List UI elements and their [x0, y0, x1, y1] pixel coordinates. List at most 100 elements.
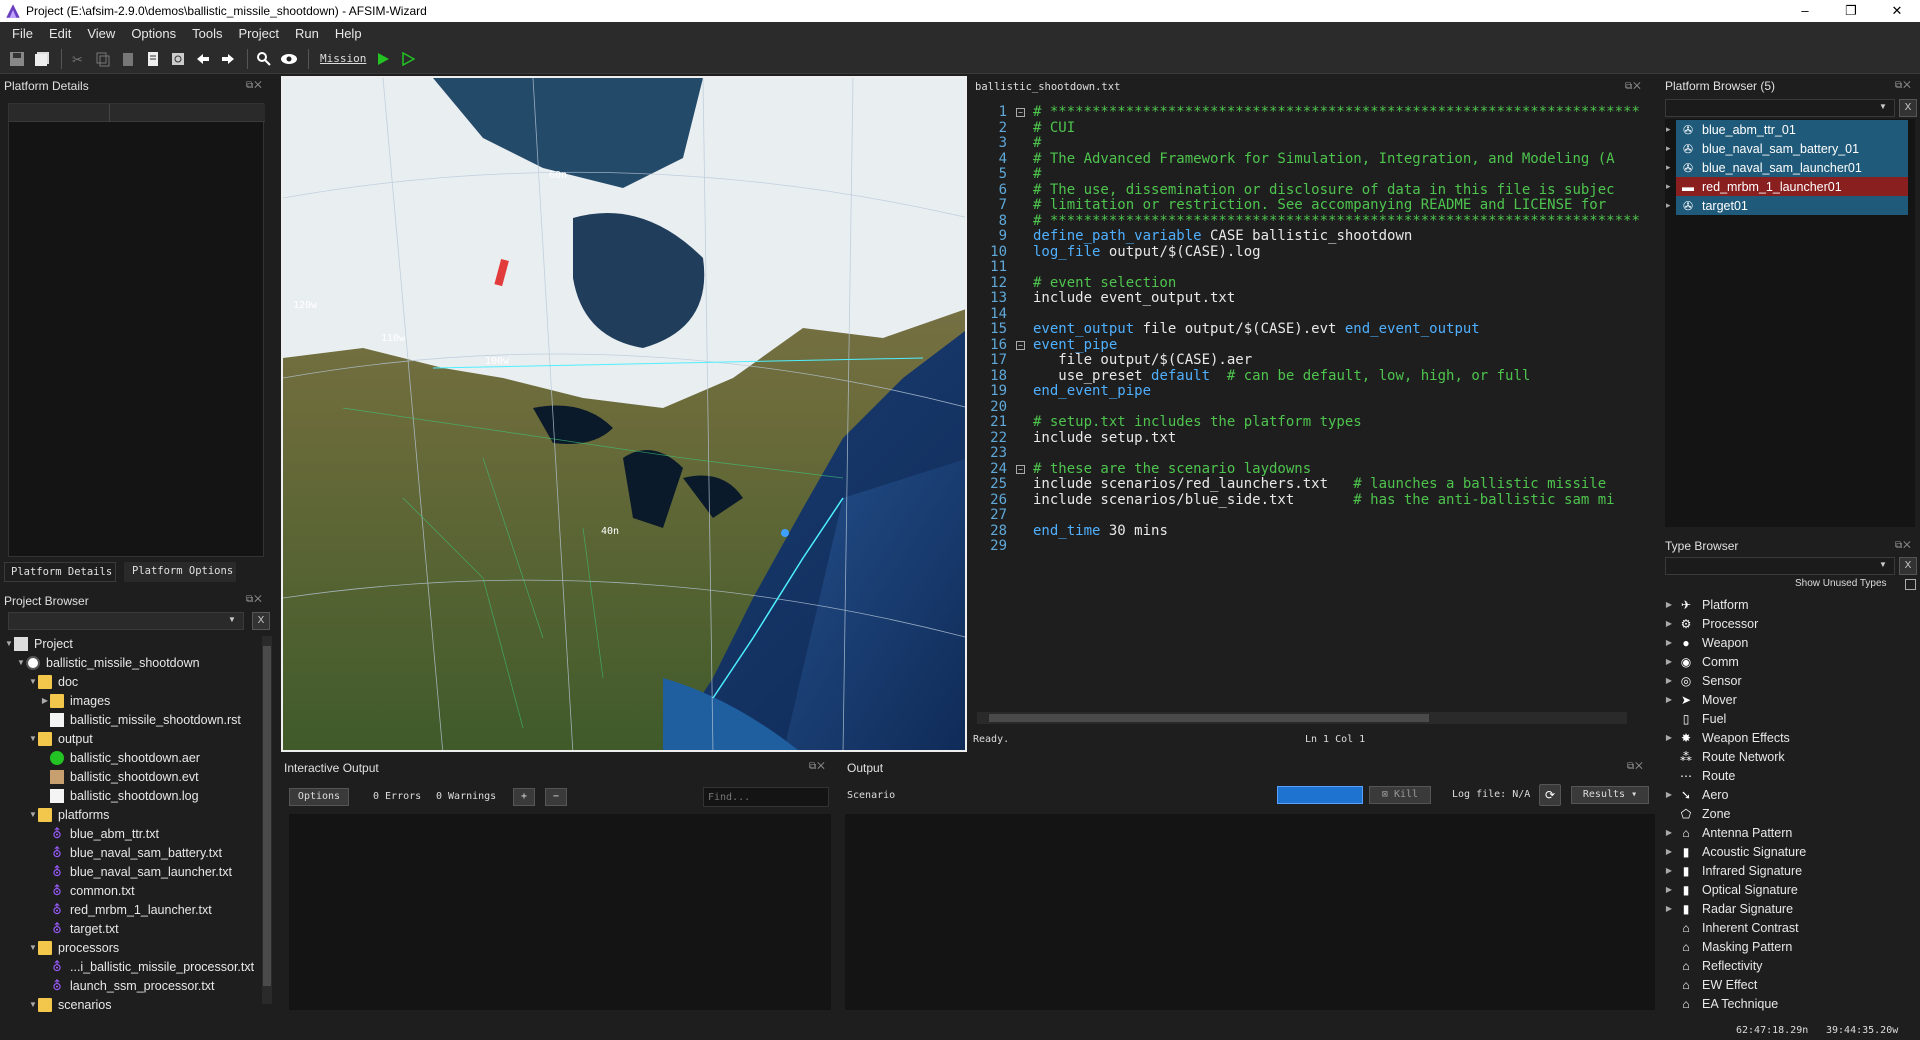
type-item[interactable]: ▶ ▮ Radar Signature: [1664, 899, 1793, 918]
show-unused-checkbox[interactable]: [1905, 579, 1916, 590]
type-item[interactable]: ▶ ▮ Acoustic Signature: [1664, 842, 1806, 861]
find-input[interactable]: [703, 787, 829, 807]
clear-filter-button[interactable]: X: [252, 612, 270, 630]
collapsed-arrow-icon[interactable]: ▶: [1664, 885, 1674, 894]
project-tree-item[interactable]: ▼ Project: [4, 634, 73, 653]
collapsed-arrow-icon[interactable]: ▶: [1664, 733, 1674, 742]
menu-tools[interactable]: Tools: [184, 26, 230, 41]
save-all-icon[interactable]: [31, 48, 53, 70]
platform-item[interactable]: ▸ ▬ red_mrbm_1_launcher01: [1666, 177, 1908, 196]
tab-platform-options[interactable]: Platform Options: [124, 562, 236, 582]
project-scrollbar[interactable]: [262, 636, 272, 1004]
code-line[interactable]: include event_output.txt: [1033, 290, 1235, 306]
code-line[interactable]: include setup.txt: [1033, 430, 1176, 446]
results-button[interactable]: Results ▾: [1571, 786, 1649, 804]
panel-float-close-icon[interactable]: ⧉✕: [1625, 81, 1642, 92]
blue-platform-marker[interactable]: [781, 529, 789, 537]
project-tree-item[interactable]: ▼ ballistic_missile_shootdown: [16, 653, 200, 672]
type-item[interactable]: ⬠ Zone: [1664, 804, 1731, 823]
project-tree-item[interactable]: ⛢ blue_abm_ttr.txt: [40, 824, 159, 843]
paste-icon[interactable]: [117, 48, 139, 70]
code-line[interactable]: # CUI: [1033, 120, 1075, 136]
type-item[interactable]: ▶ ✸ Weapon Effects: [1664, 728, 1790, 747]
expanded-arrow-icon[interactable]: ▼: [16, 658, 26, 667]
collapsed-arrow-icon[interactable]: ▶: [1664, 790, 1674, 799]
project-tree-item[interactable]: ⛢ target.txt: [40, 919, 118, 938]
collapsed-arrow-icon[interactable]: ▸: [1666, 200, 1671, 211]
chevron-down-icon[interactable]: ▼: [228, 615, 236, 624]
code-line[interactable]: # these are the scenario laydowns: [1033, 461, 1311, 477]
type-filter-input[interactable]: [1665, 557, 1895, 575]
menu-project[interactable]: Project: [230, 26, 286, 41]
collapsed-arrow-icon[interactable]: ▶: [1664, 847, 1674, 856]
type-item[interactable]: ⌂ Reflectivity: [1664, 956, 1762, 975]
map-view[interactable]: 60n 120w 110w 100w 40n: [281, 76, 967, 752]
code-line[interactable]: file output/$(CASE).aer: [1033, 352, 1252, 368]
code-line[interactable]: end_event_pipe: [1033, 383, 1151, 399]
expanded-arrow-icon[interactable]: ▼: [4, 639, 14, 648]
code-line[interactable]: define_path_variable CASE ballistic_shoo…: [1033, 228, 1412, 244]
panel-float-close-icon[interactable]: ⧉✕: [246, 594, 263, 605]
expanded-arrow-icon[interactable]: ▼: [28, 677, 38, 686]
save-icon[interactable]: [6, 48, 28, 70]
collapsed-arrow-icon[interactable]: ▶: [1664, 866, 1674, 875]
platform-item[interactable]: ▸ ✇ target01: [1666, 196, 1908, 215]
code-line[interactable]: #: [1033, 166, 1041, 182]
project-tree-item[interactable]: ⛢ blue_naval_sam_launcher.txt: [40, 862, 232, 881]
collapsed-arrow-icon[interactable]: ▶: [1664, 600, 1674, 609]
expanded-arrow-icon[interactable]: ▼: [28, 810, 38, 819]
fold-marker-icon[interactable]: −: [1016, 108, 1025, 117]
type-item[interactable]: ⁂ Route Network: [1664, 747, 1785, 766]
expanded-arrow-icon[interactable]: ▼: [28, 1000, 38, 1009]
type-item[interactable]: ⌂ Masking Pattern: [1664, 937, 1792, 956]
project-tree-item[interactable]: ballistic_shootdown.aer: [40, 748, 200, 767]
code-line[interactable]: # The use, dissemination or disclosure o…: [1033, 182, 1615, 198]
errors-filter[interactable]: 0 Errors: [373, 791, 421, 802]
expanded-arrow-icon[interactable]: ▼: [28, 943, 38, 952]
type-item[interactable]: ⌂ EA Technique: [1664, 994, 1778, 1013]
editor-tab[interactable]: ballistic_shootdown.txt: [975, 81, 1120, 93]
collapsed-arrow-icon[interactable]: ▸: [1666, 143, 1671, 154]
clear-filter-button[interactable]: X: [1899, 557, 1917, 575]
collapsed-arrow-icon[interactable]: ▶: [1664, 828, 1674, 837]
platform-item[interactable]: ▸ ✇ blue_naval_sam_launcher01: [1666, 158, 1908, 177]
project-tree-item[interactable]: ▼ output: [28, 729, 93, 748]
platform-item[interactable]: ▸ ✇ blue_naval_sam_battery_01: [1666, 139, 1908, 158]
editor-hscrollbar[interactable]: [977, 712, 1627, 724]
run-outline-icon[interactable]: [397, 48, 419, 70]
type-item[interactable]: ▶ ▮ Infrared Signature: [1664, 861, 1802, 880]
code-line[interactable]: end_time 30 mins: [1033, 523, 1168, 539]
type-item[interactable]: ▶ ➤ Mover: [1664, 690, 1737, 709]
code-line[interactable]: # The Advanced Framework for Simulation,…: [1033, 151, 1615, 167]
project-tree-item[interactable]: ⛢ launch_ssm_processor.txt: [40, 976, 214, 995]
run-icon[interactable]: [372, 48, 394, 70]
type-item[interactable]: ▯ Fuel: [1664, 709, 1727, 728]
code-line[interactable]: # event selection: [1033, 275, 1176, 291]
maximize-button[interactable]: ❐: [1828, 0, 1874, 22]
project-tree-item[interactable]: ▼ doc: [28, 672, 78, 691]
menu-edit[interactable]: Edit: [41, 26, 79, 41]
close-button[interactable]: ✕: [1874, 0, 1920, 22]
collapsed-arrow-icon[interactable]: ▶: [1664, 638, 1674, 647]
project-tree-item[interactable]: ⛢ common.txt: [40, 881, 134, 900]
clear-filter-button[interactable]: X: [1899, 99, 1917, 117]
cut-icon[interactable]: ✂: [67, 48, 89, 70]
tab-platform-details[interactable]: Platform Details: [4, 562, 116, 582]
type-item[interactable]: ▶ ⚙ Processor: [1664, 614, 1758, 633]
type-item[interactable]: ▶ ⌂ Antenna Pattern: [1664, 823, 1792, 842]
code-line[interactable]: include scenarios/blue_side.txt # has th…: [1033, 492, 1615, 508]
type-item[interactable]: ⌂ Inherent Contrast: [1664, 918, 1798, 937]
fold-marker-icon[interactable]: −: [1016, 340, 1025, 350]
collapsed-arrow-icon[interactable]: ▶: [1664, 676, 1674, 685]
panel-float-close-icon[interactable]: ⧉✕: [1895, 540, 1912, 551]
panel-float-close-icon[interactable]: ⧉✕: [1895, 80, 1912, 91]
project-tree-item[interactable]: ⛢ ...i_ballistic_missile_processor.txt: [40, 957, 254, 976]
collapsed-arrow-icon[interactable]: ▶: [1664, 619, 1674, 628]
project-tree-item[interactable]: ▼ scenarios: [28, 995, 112, 1014]
panel-float-close-icon[interactable]: ⧉✕: [246, 80, 263, 91]
type-item[interactable]: ▶ ➘ Aero: [1664, 785, 1728, 804]
type-item[interactable]: ▶ ◎ Sensor: [1664, 671, 1742, 690]
project-filter-input[interactable]: [8, 612, 244, 630]
mission-label[interactable]: Mission: [320, 52, 366, 65]
collapsed-arrow-icon[interactable]: ▶: [40, 696, 50, 705]
